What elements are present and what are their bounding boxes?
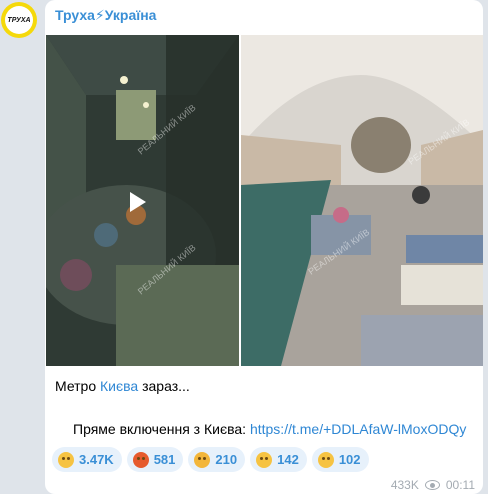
caption-line-2: Пряме включення з Києва: https://t.me/+D… xyxy=(73,421,466,437)
reaction-count: 581 xyxy=(153,452,176,467)
angry-face-icon xyxy=(132,451,149,468)
reaction-count: 142 xyxy=(277,452,299,467)
reaction-count: 3.47K xyxy=(79,452,114,467)
reaction-concerned[interactable]: 102 xyxy=(311,447,369,472)
caption-line-1: Метро Києва зараз... xyxy=(55,378,190,394)
reactions-bar: 3.47K 581 210 142 102 xyxy=(52,447,369,472)
video-thumbnail[interactable]: РЕАЛЬНИЙ КИЇВ РЕАЛЬНИЙ КИЇВ xyxy=(46,35,239,366)
play-icon[interactable] xyxy=(130,192,146,212)
metro-tunnel-photo-image: РЕАЛЬНИЙ КИЇВ РЕАЛЬНИЙ КИЇВ xyxy=(241,35,483,366)
channel-avatar[interactable]: ТРУХА xyxy=(1,2,37,38)
caption-text: Метро xyxy=(55,378,101,394)
view-count: 433K xyxy=(390,478,419,492)
message-bubble: Труха⚡Україна РЕАЛЬНИЙ КИЇВ РЕАЛЬНИЙ КИЇ… xyxy=(45,0,483,494)
caption-text: зараз... xyxy=(138,378,190,394)
reaction-count: 102 xyxy=(338,452,361,467)
message-meta: 433K 00:11 xyxy=(391,478,475,492)
concerned-face-icon xyxy=(317,451,334,468)
crying-face-icon xyxy=(58,451,74,468)
live-label: Пряме включення з Києва: xyxy=(73,421,250,437)
avatar-text: ТРУХА xyxy=(5,6,33,34)
reaction-exploding-head[interactable]: 142 xyxy=(250,447,307,472)
reaction-angry[interactable]: 581 xyxy=(126,447,184,472)
eye-icon xyxy=(424,480,440,490)
channel-name[interactable]: Труха⚡Україна xyxy=(55,7,156,24)
invite-link[interactable]: https://t.me/+DDLAfaW-lMoxODQy xyxy=(250,421,466,437)
reaction-count: 210 xyxy=(215,452,238,467)
exploding-head-icon xyxy=(256,451,273,468)
reaction-crying[interactable]: 3.47K xyxy=(52,447,122,472)
hashtag-link[interactable]: Києва xyxy=(100,378,138,394)
reaction-scream[interactable]: 210 xyxy=(188,447,246,472)
photo-thumbnail[interactable]: РЕАЛЬНИЙ КИЇВ РЕАЛЬНИЙ КИЇВ xyxy=(241,35,483,366)
screaming-face-icon xyxy=(194,451,211,468)
message-time: 00:11 xyxy=(445,478,475,492)
